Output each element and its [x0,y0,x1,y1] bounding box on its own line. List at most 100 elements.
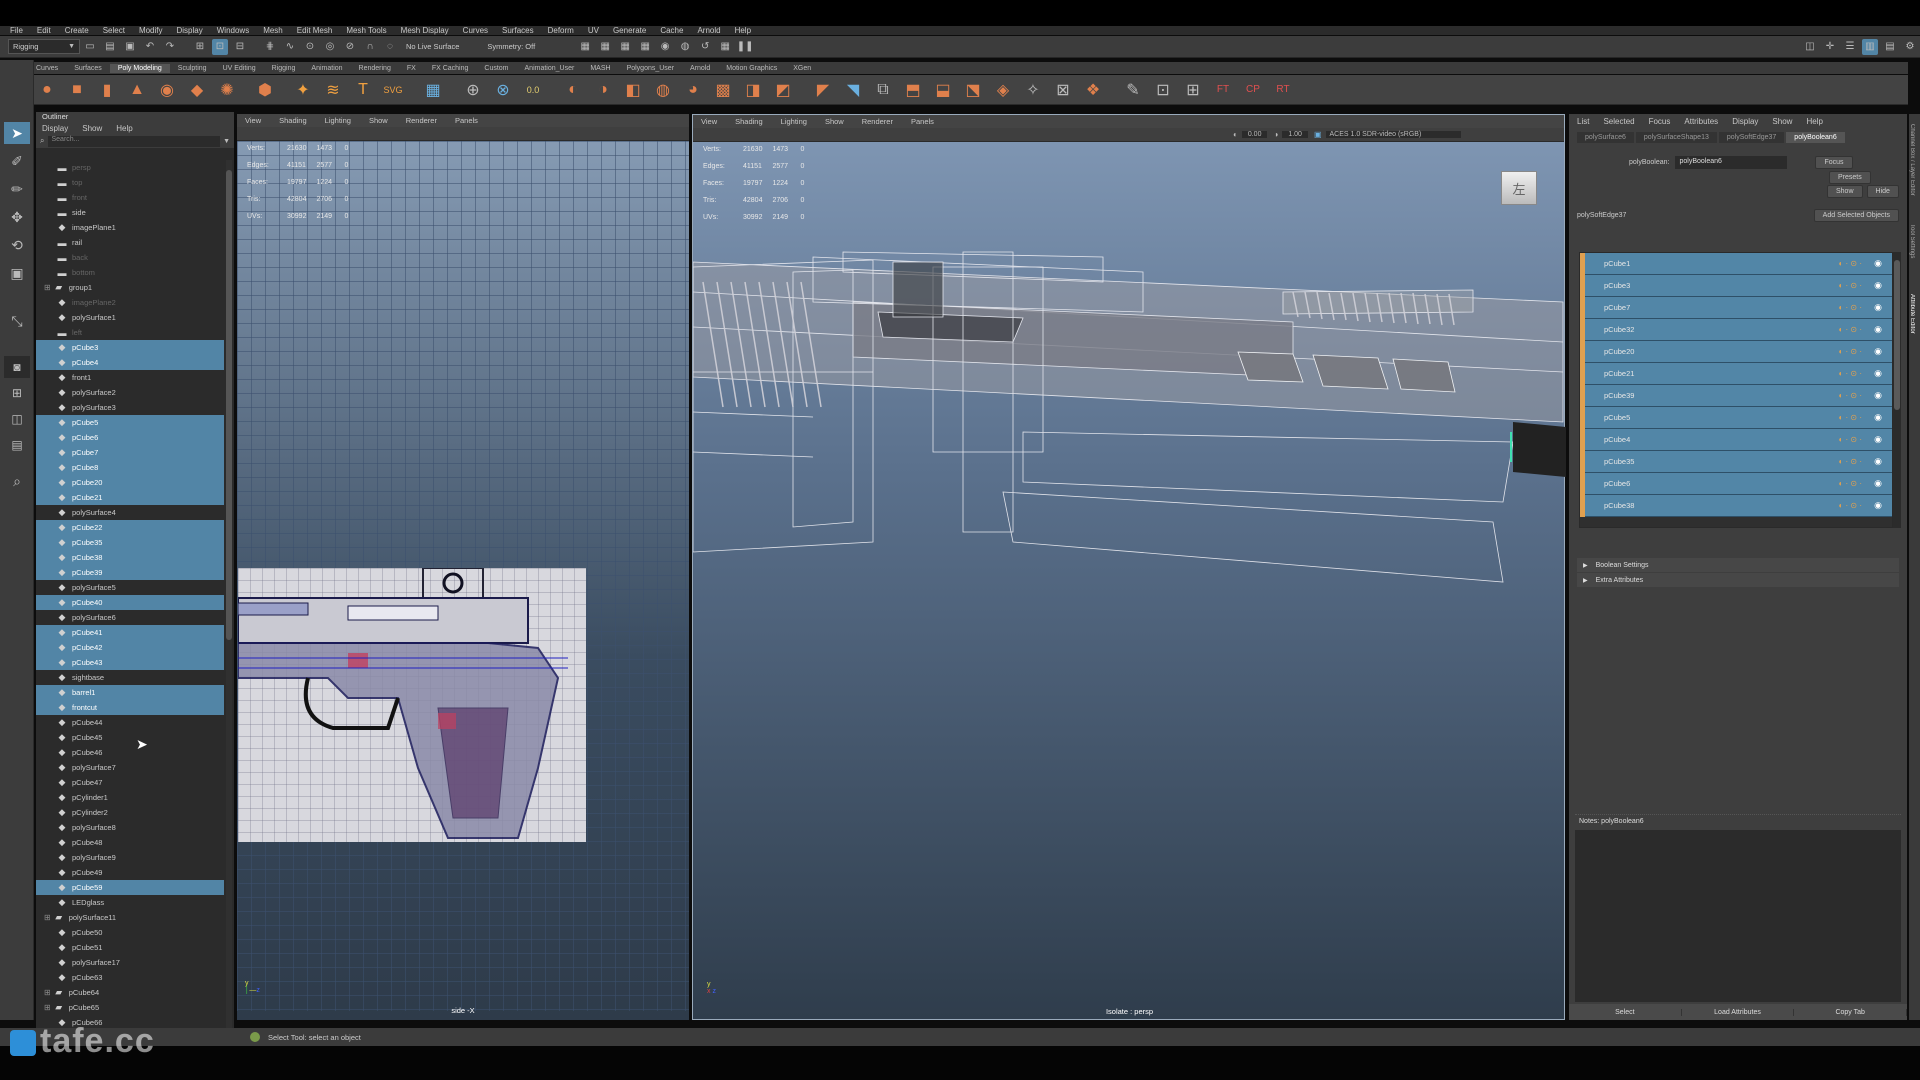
operation-icons[interactable]: ◐ · ⊙ · [1838,435,1862,444]
operation-icons[interactable]: ◐ · ⊙ · [1838,391,1862,400]
ae-menu-item[interactable]: Attributes [1684,117,1718,126]
outliner-item[interactable]: ◆ LEDglass [36,895,224,910]
boolean-input-item[interactable]: pCube21 ◐ · ⊙ · ◉ [1580,363,1892,385]
snap-grid-icon[interactable]: ⋕ [262,39,278,55]
reset-transform-icon[interactable]: RT [1271,78,1295,102]
shelf-tab[interactable]: Custom [476,64,516,73]
expand-icon[interactable]: ⊞ [44,988,51,997]
render-view-icon[interactable]: ◍ [677,39,693,55]
shelf-tab[interactable]: Animation [303,64,350,73]
outliner-item[interactable]: ◆ pCube59 [36,880,224,895]
ae-bottom-button[interactable]: Load Attributes [1682,1008,1795,1016]
shelf-tab[interactable]: Arnold [682,64,718,73]
visibility-eye-icon[interactable]: ◉ [1874,258,1882,269]
operation-icons[interactable]: ◐ · ⊙ · [1838,347,1862,356]
pen-icon[interactable]: ✎ [1121,78,1145,102]
tool-settings-toggle-icon[interactable]: ▤ [1882,39,1898,55]
operation-icons[interactable]: ◐ · ⊙ · [1838,413,1862,422]
undo-icon[interactable]: ↶ [142,39,158,55]
menu-item[interactable]: Mesh Tools [346,26,386,35]
visibility-eye-icon[interactable]: ◉ [1874,500,1882,511]
outliner-item[interactable]: ◆ polySurface9 [36,850,224,865]
drag-handle-icon[interactable] [1580,297,1585,319]
paint-select-icon[interactable]: ✏ [4,178,30,200]
wedge-icon[interactable]: ⊠ [1051,78,1075,102]
outliner-item[interactable]: ◆ polySurface2 [36,385,224,400]
boolean-input-item[interactable]: pCube35 ◐ · ⊙ · ◉ [1580,451,1892,473]
target-weld-icon[interactable]: ⊕ [461,78,485,102]
viewport-menu-item[interactable]: Shading [279,116,307,125]
visibility-eye-icon[interactable]: ◉ [1874,434,1882,445]
visibility-eye-icon[interactable]: ◉ [1874,324,1882,335]
shelf-tab[interactable]: MASH [582,64,618,73]
ae-node-tab[interactable]: polySurface6 [1577,131,1634,143]
arnold-icon[interactable]: ↺ [697,39,713,55]
ae-menu-item[interactable]: Focus [1649,117,1671,126]
poly-cube-icon[interactable]: ■ [65,78,89,102]
outliner-item[interactable]: ◆ polySurface1 [36,310,224,325]
freeze-transform-icon[interactable]: FT [1211,78,1235,102]
outliner-layout-icon[interactable]: ▤ [4,434,30,456]
boolean-input-item[interactable]: pCube20 ◐ · ⊙ · ◉ [1580,341,1892,363]
viewport-menu-item[interactable]: Lighting [781,117,807,126]
single-pane-icon[interactable]: ◙ [4,356,30,378]
hypershade-icon[interactable]: ◉ [657,39,673,55]
visibility-eye-icon[interactable]: ◉ [1874,302,1882,313]
outliner-item[interactable]: ⊞ ▰ polySurface11 [36,910,224,925]
menu-item[interactable]: Surfaces [502,26,534,35]
ipr-icon[interactable]: ▦ [617,39,633,55]
exposure-icon[interactable]: ◐ [1233,130,1238,139]
select-tool-icon[interactable]: ➤ [4,122,30,144]
ae-menu-item[interactable]: Show [1772,117,1792,126]
gamma-icon[interactable]: ◑ [1273,130,1278,139]
operation-icons[interactable]: ◐ · ⊙ · [1838,479,1862,488]
menu-item[interactable]: Deform [548,26,574,35]
outliner-item[interactable]: ▬ bottom [36,265,224,280]
ae-node-tab[interactable]: polySurfaceShape13 [1635,131,1717,143]
lasso-tool-icon[interactable]: ✐ [4,150,30,172]
symmetry-label[interactable]: Symmetry: Off [487,42,535,51]
separate-icon[interactable]: ◑ [591,78,615,102]
ae-node-tab[interactable]: polyBoolean6 [1786,131,1845,143]
extrude-icon[interactable]: ◤ [811,78,835,102]
shelf-tab[interactable]: Motion Graphics [718,64,785,73]
outliner-item[interactable]: ◆ polySurface3 [36,400,224,415]
viewport-menu-item[interactable]: Shading [735,117,763,126]
two-pane-icon[interactable]: ◫ [4,408,30,430]
outliner-item[interactable]: ◆ pCylinder2 [36,805,224,820]
uv-icon[interactable]: ⊡ [1151,78,1175,102]
outliner-item[interactable]: ◆ pCube63 [36,970,224,985]
operation-icons[interactable]: ◐ · ⊙ · [1838,325,1862,334]
exposure-field[interactable]: 0.00 [1241,131,1268,138]
drag-handle-icon[interactable] [1580,363,1585,385]
outliner-menu-item[interactable]: Show [82,124,102,133]
select-component-icon[interactable]: ⊟ [232,39,248,55]
save-scene-icon[interactable]: ▣ [122,39,138,55]
new-scene-icon[interactable]: ▭ [82,39,98,55]
outliner-item[interactable]: ◆ front1 [36,370,224,385]
visibility-eye-icon[interactable]: ◉ [1874,346,1882,357]
poly-cylinder-icon[interactable]: ▮ [95,78,119,102]
poly-torus-icon[interactable]: ◉ [155,78,179,102]
operation-icons[interactable]: ◐ · ⊙ · [1838,281,1862,290]
outliner-item[interactable]: ◆ pCube50 [36,925,224,940]
move-tool-icon[interactable]: ✥ [4,206,30,228]
menu-item[interactable]: Help [735,26,751,35]
gamma-field[interactable]: 1.00 [1282,131,1308,138]
outliner-item[interactable]: ◆ pCube3 [36,340,224,355]
menu-item[interactable]: Modify [139,26,163,35]
sweep-mesh-icon[interactable]: ≋ [321,78,345,102]
select-hierarchy-icon[interactable]: ⊞ [192,39,208,55]
modeling-toolkit-icon[interactable]: ◫ [1802,39,1818,55]
character-controls-icon[interactable]: ✛ [1822,39,1838,55]
ae-menu-item[interactable]: List [1577,117,1589,126]
drag-handle-icon[interactable] [1580,385,1585,407]
outliner-item[interactable]: ▬ side [36,205,224,220]
outliner-item[interactable]: ⊞ ▰ pCube64 [36,985,224,1000]
viewport-menu-item[interactable]: View [701,117,717,126]
shelf-tab[interactable]: Animation_User [517,64,583,73]
snap-curve-icon[interactable]: ∿ [282,39,298,55]
render-icon[interactable]: ▦ [577,39,593,55]
operation-icons[interactable]: ◐ · ⊙ · [1838,457,1862,466]
outliner-item[interactable]: ◆ pCube40 [36,595,224,610]
